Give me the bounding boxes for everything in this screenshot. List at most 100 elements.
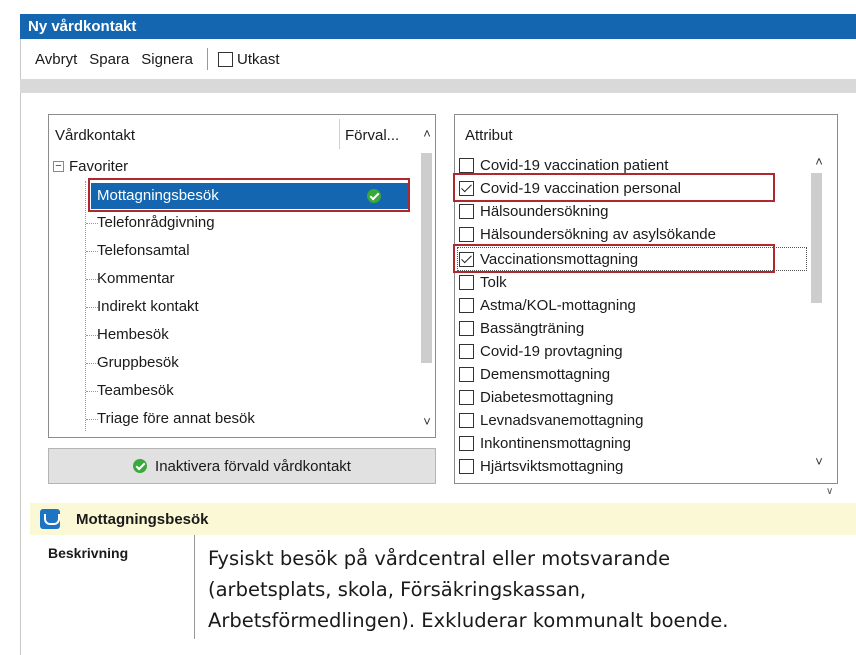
attribute-checkbox[interactable] <box>459 390 474 405</box>
column-header-contact[interactable]: Vårdkontakt <box>55 127 135 144</box>
inactivate-button-label: Inaktivera förvald vårdkontakt <box>155 457 351 475</box>
description-text: Fysiskt besök på vårdcentral eller motsv… <box>208 543 848 636</box>
tree-item[interactable]: Indirekt kontakt <box>97 295 199 319</box>
info-body: Beskrivning Fysiskt besök på vårdcentral… <box>30 535 856 655</box>
attribute-label: Diabetesmottagning <box>480 389 614 406</box>
scroll-down-icon[interactable]: ˅ <box>420 415 434 429</box>
window-title: Ny vårdkontakt <box>28 18 137 35</box>
attribute-item[interactable]: Astma/KOL-mottagning <box>459 294 636 317</box>
collapse-chevron-icon[interactable]: ∨ <box>826 486 833 497</box>
attribute-checkbox[interactable] <box>459 158 474 173</box>
attribute-checkbox[interactable] <box>459 321 474 336</box>
sign-button[interactable]: Signera <box>141 51 193 68</box>
contact-type-list[interactable]: Vårdkontakt Förval... ˄ ˅ − Favoriter Mo… <box>48 114 436 438</box>
attribute-label: Vaccinationsmottagning <box>480 251 639 268</box>
attribute-list[interactable]: Attribut ˄ ˅ Covid-19 vaccination patien… <box>454 114 838 484</box>
description-line: (arbetsplats, skola, Försäkringskassan, <box>208 578 587 601</box>
attribute-label: Inkontinensmottagning <box>480 435 631 452</box>
attribute-item[interactable]: Covid-19 provtagning <box>459 340 623 363</box>
description-line: Arbetsförmedlingen). Exkluderar kommunal… <box>208 609 729 632</box>
tree-item-label: Indirekt kontakt <box>97 298 199 315</box>
attribute-checkbox[interactable] <box>459 275 474 290</box>
attribute-checkbox[interactable] <box>459 413 474 428</box>
attribute-item[interactable]: Covid-19 vaccination patient <box>459 154 668 177</box>
tree-item[interactable]: Telefonrådgivning <box>97 211 215 235</box>
attribute-label: Demensmottagning <box>480 366 611 383</box>
tree-group-favorites[interactable]: Favoriter <box>69 155 128 179</box>
attribute-label: Hälsoundersökning <box>480 203 609 220</box>
tree-item-label: Gruppbesök <box>97 354 179 371</box>
draft-toggle[interactable]: Utkast <box>217 50 280 68</box>
cancel-button[interactable]: Avbryt <box>35 51 77 68</box>
window-titlebar: Ny vårdkontakt <box>20 14 856 39</box>
tree-item[interactable]: Triage före annat besök <box>97 407 255 431</box>
attribute-label: Bassängträning <box>480 320 585 337</box>
attribute-item[interactable]: Diabetesmottagning <box>459 386 613 409</box>
attribute-label: Covid-19 vaccination personal <box>480 180 681 197</box>
info-header: Mottagningsbesök <box>30 503 856 535</box>
attribute-item[interactable]: Levnadsvanemottagning <box>459 409 643 432</box>
attribute-label: Hälsoundersökning av asylsökande <box>480 226 716 243</box>
tree-item[interactable]: Gruppbesök <box>97 351 179 375</box>
contact-list-scroll-thumb[interactable] <box>421 153 432 363</box>
check-icon <box>133 459 148 473</box>
column-divider[interactable] <box>339 119 340 149</box>
attribute-checkbox[interactable] <box>459 459 474 474</box>
description-line: Fysiskt besök på vårdcentral eller motsv… <box>208 547 671 570</box>
scroll-up-icon[interactable]: ˄ <box>812 155 826 169</box>
tree-item-label: Triage före annat besök <box>97 410 255 427</box>
attribute-item[interactable]: Hälsoundersökning <box>459 200 608 223</box>
attribute-checkbox[interactable] <box>459 367 474 382</box>
attribute-label: Covid-19 provtagning <box>480 343 623 360</box>
attribute-list-header: Attribut <box>465 127 513 144</box>
default-check-icon <box>367 189 381 203</box>
attribute-checkbox[interactable] <box>459 204 474 219</box>
attribute-checkbox[interactable] <box>459 181 474 196</box>
attribute-scroll-thumb[interactable] <box>811 173 822 303</box>
attribute-label: Hjärtsviktsmottagning <box>480 458 624 475</box>
attribute-label: Astma/KOL-mottagning <box>480 297 636 314</box>
attribute-checkbox[interactable] <box>459 227 474 242</box>
draft-label: Utkast <box>236 50 280 68</box>
attribute-item[interactable]: Bassängträning <box>459 317 584 340</box>
attribute-item[interactable]: Hjärtsviktsmottagning <box>459 455 623 478</box>
toolbar-divider-band <box>20 79 856 93</box>
draft-checkbox[interactable] <box>217 51 233 67</box>
attribute-checkbox[interactable] <box>459 344 474 359</box>
toolbar-separator <box>206 48 208 70</box>
attribute-checkbox[interactable] <box>459 436 474 451</box>
app-logo-icon <box>40 509 60 529</box>
attribute-item[interactable]: Inkontinensmottagning <box>459 432 631 455</box>
attribute-label: Tolk <box>480 274 507 291</box>
tree-item[interactable]: Kommentar <box>97 267 175 291</box>
tree-item-label: Mottagningsbesök <box>97 187 219 204</box>
attribute-item[interactable]: Tolk <box>459 271 507 294</box>
attribute-label: Covid-19 vaccination patient <box>480 157 669 174</box>
attribute-checkbox[interactable] <box>459 252 474 267</box>
column-header-default[interactable]: Förval... <box>345 127 399 144</box>
attribute-item[interactable]: Covid-19 vaccination personal <box>459 177 681 200</box>
tree-group-label: Favoriter <box>69 158 129 175</box>
attribute-checkbox[interactable] <box>459 298 474 313</box>
attribute-item[interactable]: Demensmottagning <box>459 363 610 386</box>
tree-item-label: Hembesök <box>97 326 169 343</box>
tree-item[interactable]: Teambesök <box>97 379 174 403</box>
inactivate-default-button[interactable]: Inaktivera förvald vårdkontakt <box>48 448 436 484</box>
tree-guide-line <box>85 181 86 431</box>
save-button[interactable]: Spara <box>89 51 129 68</box>
info-title: Mottagningsbesök <box>76 510 209 528</box>
tree-item[interactable]: Telefonsamtal <box>97 239 190 263</box>
info-divider <box>194 535 195 639</box>
tree-item[interactable]: Hembesök <box>97 323 169 347</box>
contact-list-header: Vårdkontakt Förval... <box>49 115 435 153</box>
attribute-item[interactable]: Hälsoundersökning av asylsökande <box>459 223 716 246</box>
tree-item-selected[interactable]: Mottagningsbesök <box>91 183 409 209</box>
scroll-down-icon[interactable]: ˅ <box>812 455 826 469</box>
tree-item-label: Telefonrådgivning <box>97 214 215 231</box>
description-label: Beskrivning <box>48 545 129 561</box>
tree-item-label: Kommentar <box>97 270 175 287</box>
attribute-label: Levnadsvanemottagning <box>480 412 644 429</box>
scroll-up-icon[interactable]: ˄ <box>420 127 434 141</box>
attribute-item[interactable]: Vaccinationsmottagning <box>459 248 638 271</box>
collapse-icon[interactable]: − <box>53 161 64 172</box>
